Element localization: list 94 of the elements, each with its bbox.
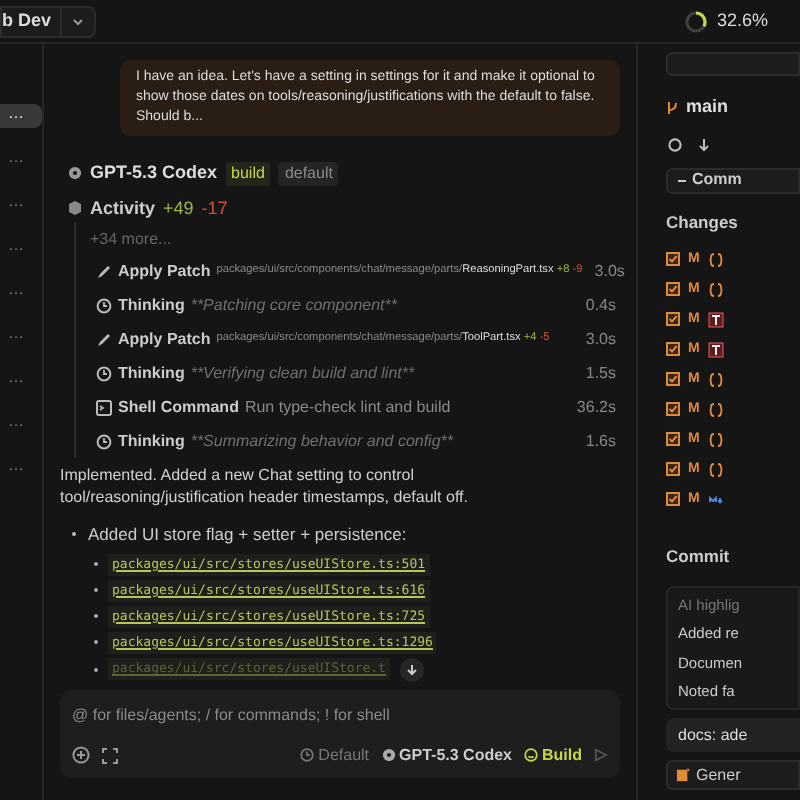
file-checkbox[interactable]: [666, 342, 680, 357]
sidebar-item[interactable]: …: [0, 280, 42, 304]
branch-name[interactable]: main: [686, 94, 729, 121]
check-icon: [668, 494, 678, 505]
box-icon: [68, 200, 82, 217]
file-checkbox[interactable]: [666, 252, 680, 267]
braces-icon: [707, 371, 724, 388]
arrow-down-icon: [405, 663, 418, 676]
file-checkbox[interactable]: [666, 312, 680, 327]
activity-label: Activity: [90, 195, 156, 222]
step-title[interactable]: Thinking: [118, 361, 185, 385]
check-icon: [668, 314, 678, 325]
bullet-text: Added UI store flag + setter + persistence:: [88, 522, 407, 548]
clock-icon: [300, 748, 315, 763]
step-title[interactable]: Apply Patch: [118, 259, 211, 283]
changes-heading: Changes: [666, 209, 740, 235]
check-icon: [668, 374, 678, 385]
step-duration: 36.2s: [576, 395, 618, 419]
check-icon: [668, 464, 678, 475]
braces-icon: [707, 431, 724, 448]
sidebar-item[interactable]: …: [0, 456, 42, 480]
add-icon[interactable]: [72, 746, 90, 765]
generate-button[interactable]: Gener: [666, 760, 800, 790]
message-input[interactable]: @ for files/agents; / for commands; ! for shell: [72, 703, 608, 728]
arrow-down-icon[interactable]: [698, 137, 710, 151]
sidebar-item[interactable]: …: [0, 148, 42, 172]
check-icon: [668, 284, 678, 295]
step-duration: 3.0s: [594, 259, 627, 283]
text-file-icon: [707, 311, 724, 328]
step-title[interactable]: Apply Patch: [118, 327, 211, 351]
sidebar-item[interactable]: …: [0, 368, 42, 392]
gear-icon: [68, 166, 82, 181]
pencil-icon: [96, 263, 112, 279]
mode-tag: build: [225, 161, 271, 186]
progress-percentage: 32.6%: [716, 7, 768, 34]
braces-icon: [707, 251, 724, 268]
step-duration: 3.0s: [585, 327, 618, 351]
commit-message-field[interactable]: docs: ade: [666, 718, 800, 752]
file-checkbox[interactable]: [666, 432, 680, 447]
step-detail: **Summarizing behavior and config**: [190, 429, 454, 453]
check-icon: [668, 434, 678, 445]
step-duration: 1.6s: [585, 429, 618, 453]
gear-icon: [381, 748, 396, 763]
commit-heading: Commit: [666, 544, 732, 570]
model-name: GPT-5.3 Codex: [90, 160, 218, 186]
commit-button[interactable]: Comm: [666, 167, 800, 193]
check-icon: [668, 404, 678, 415]
step-detail: **Patching core component**: [190, 293, 398, 317]
step-duration: 1.5s: [585, 361, 618, 385]
file-checkbox[interactable]: [666, 372, 680, 387]
sidebar-item[interactable]: …: [0, 412, 42, 436]
file-checkbox[interactable]: [666, 282, 680, 297]
braces-icon: [707, 281, 724, 298]
sidebar-item[interactable]: …: [0, 236, 42, 260]
step-title[interactable]: Thinking: [118, 429, 185, 453]
expand-icon[interactable]: [102, 747, 118, 764]
sparkle-note-icon: [676, 768, 690, 782]
sidebar-item[interactable]: …: [0, 324, 42, 348]
progress-ring-icon: [684, 9, 709, 33]
clock-icon: [96, 297, 112, 313]
sidebar-item[interactable]: …: [0, 104, 42, 128]
branch-icon: [666, 99, 680, 116]
step-title[interactable]: Shell Command: [118, 395, 239, 419]
agent-selector[interactable]: Build: [524, 743, 582, 768]
file-checkbox[interactable]: [666, 492, 680, 507]
smiley-icon: [524, 748, 538, 763]
terminal-icon: [96, 399, 112, 415]
circle-icon[interactable]: [668, 137, 682, 151]
workspace-button[interactable]: b Dev: [0, 5, 96, 37]
file-checkbox[interactable]: [666, 462, 680, 477]
step-duration: 0.4s: [585, 293, 618, 317]
file-checkbox[interactable]: [666, 402, 680, 417]
markdown-icon: [707, 491, 726, 508]
step-detail: **Verifying clean build and lint**: [190, 361, 415, 385]
pencil-icon: [96, 331, 112, 347]
summary-text: Implemented. Added a new Chat setting to control tool/reasoning/justification header timestamps, default off.: [60, 464, 470, 508]
chevron-down-icon: [69, 13, 86, 29]
scroll-down-button[interactable]: [399, 657, 424, 682]
sidebar-item[interactable]: …: [0, 192, 42, 216]
lines-added: +49: [163, 195, 194, 221]
check-icon: [668, 344, 678, 355]
mode-selector[interactable]: Default: [300, 743, 370, 768]
clock-icon: [96, 433, 112, 449]
braces-icon: [707, 401, 724, 418]
check-icon: [668, 254, 678, 265]
clock-icon: [96, 365, 112, 381]
lines-removed: -17: [201, 195, 228, 221]
message-field[interactable]: @ for files/agents; / for commands; ! for shell Default GPT-5.3 Codex Build: [60, 689, 620, 778]
text-file-icon: [707, 341, 724, 358]
step-title[interactable]: Thinking: [118, 293, 185, 317]
mode-tag: default: [278, 161, 339, 186]
step-detail: Run type-check lint and build: [244, 395, 451, 419]
braces-icon: [707, 461, 724, 478]
model-selector[interactable]: GPT-5.3 Codex: [381, 743, 512, 768]
